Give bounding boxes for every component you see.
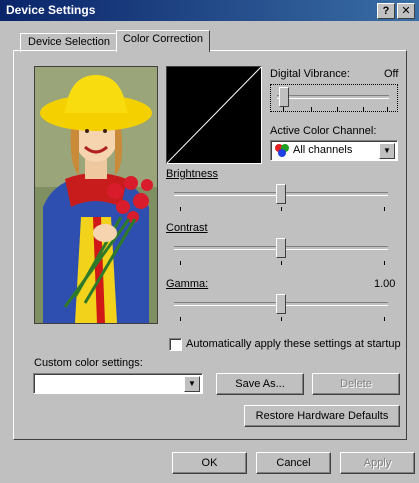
custom-settings-select[interactable]: ▼ xyxy=(33,373,203,394)
curve-line xyxy=(166,66,262,164)
digital-vibrance-value: Off xyxy=(384,68,399,80)
slider-thumb[interactable] xyxy=(276,294,286,314)
save-as-button[interactable]: Save As... xyxy=(216,373,304,395)
gamma-value: 1.00 xyxy=(374,278,396,290)
custom-settings-label: Custom color settings: xyxy=(34,357,143,369)
slider-track xyxy=(277,95,389,99)
slider-tick xyxy=(384,207,385,211)
digital-vibrance-label: Digital Vibrance: xyxy=(270,68,350,80)
gamma-label: Gamma: xyxy=(166,278,209,290)
cancel-button[interactable]: Cancel xyxy=(256,452,331,474)
brightness-slider[interactable] xyxy=(170,184,392,214)
gamma-slider[interactable] xyxy=(170,294,392,324)
rgb-channels-icon xyxy=(274,143,290,160)
ok-button[interactable]: OK xyxy=(172,452,247,474)
slider-thumb[interactable] xyxy=(279,87,289,107)
slider-tick xyxy=(363,107,364,111)
slider-tick xyxy=(281,317,282,321)
active-channel-label: Active Color Channel: xyxy=(270,125,377,137)
brightness-label: Brightness xyxy=(166,168,218,180)
apply-button[interactable]: Apply xyxy=(340,452,415,474)
active-channel-value: All channels xyxy=(293,144,353,156)
help-button[interactable]: ? xyxy=(377,3,395,19)
title-bar: Device Settings ? ✕ xyxy=(0,0,419,21)
slider-tick xyxy=(281,207,282,211)
slider-tick xyxy=(311,107,312,111)
slider-tick xyxy=(337,107,338,111)
contrast-label: Contrast xyxy=(166,222,208,234)
slider-thumb[interactable] xyxy=(276,238,286,258)
chevron-down-icon[interactable]: ▼ xyxy=(379,143,395,159)
slider-tick xyxy=(387,107,388,111)
chevron-down-icon[interactable]: ▼ xyxy=(184,376,200,392)
slider-tick xyxy=(384,261,385,265)
curve-preview xyxy=(166,66,262,164)
tab-color-correction[interactable]: Color Correction xyxy=(116,30,210,52)
auto-apply-label: Automatically apply these settings at st… xyxy=(186,338,401,350)
slider-tick xyxy=(180,207,181,211)
window-title: Device Settings xyxy=(6,3,96,17)
slider-thumb[interactable] xyxy=(276,184,286,204)
active-channel-select[interactable]: All channels ▼ xyxy=(270,140,398,161)
digital-vibrance-slider[interactable] xyxy=(270,84,398,112)
sample-photo xyxy=(34,66,158,324)
restore-defaults-button[interactable]: Restore Hardware Defaults xyxy=(244,405,400,427)
photo-illustration xyxy=(35,67,157,323)
auto-apply-checkbox[interactable] xyxy=(169,338,182,351)
slider-tick xyxy=(281,261,282,265)
slider-tick xyxy=(180,317,181,321)
slider-tick xyxy=(384,317,385,321)
slider-tick xyxy=(180,261,181,265)
slider-tick xyxy=(283,107,284,111)
close-button[interactable]: ✕ xyxy=(397,3,415,19)
delete-button[interactable]: Delete xyxy=(312,373,400,395)
contrast-slider[interactable] xyxy=(170,238,392,268)
